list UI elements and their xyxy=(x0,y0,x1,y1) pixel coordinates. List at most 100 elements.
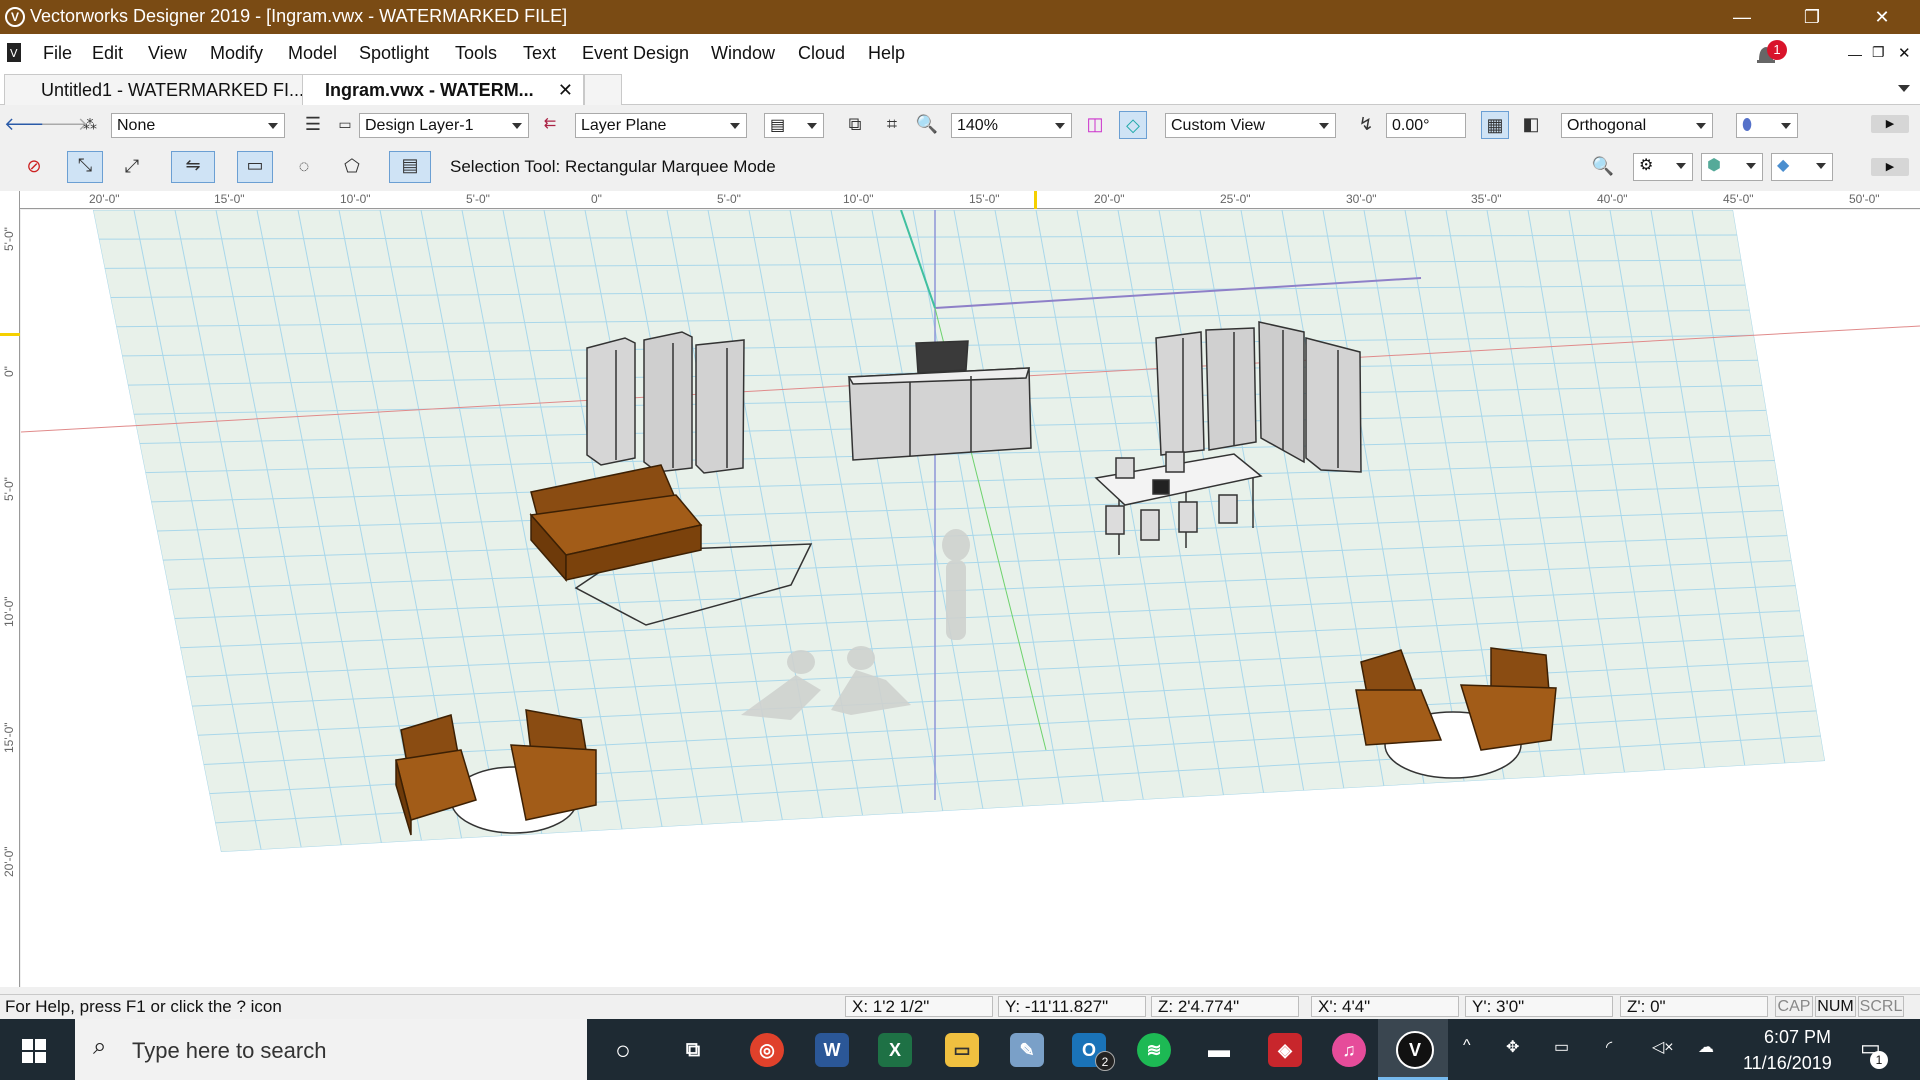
new-tab-button[interactable] xyxy=(584,74,622,105)
dropbox-icon[interactable]: ✥ xyxy=(1506,1037,1519,1057)
document-icon[interactable]: V xyxy=(5,42,23,64)
document-tab-bar: Untitled1 - WATERMARKED FI... Ingram.vwx… xyxy=(0,72,1920,105)
spotify-icon[interactable]: ≋ xyxy=(1137,1033,1171,1067)
working-plane-icon[interactable]: ◇ xyxy=(1119,111,1147,139)
h-ruler-label: 35'-0" xyxy=(1471,192,1502,206)
h-ruler-label: 20'-0" xyxy=(89,192,120,206)
projection-select-value: Orthogonal xyxy=(1567,117,1647,134)
clock-date[interactable]: 11/16/2019 xyxy=(1743,1053,1832,1074)
h-ruler-label: 30'-0" xyxy=(1346,192,1377,206)
doc-restore-icon[interactable]: ❐ xyxy=(1872,44,1885,61)
snap-search-icon[interactable]: 🔍 xyxy=(1589,153,1617,181)
battery-icon[interactable]: ▭ xyxy=(1554,1037,1569,1057)
wifi-icon[interactable]: ◜ xyxy=(1606,1037,1612,1057)
menu-window[interactable]: Window xyxy=(711,43,775,64)
rotate-view-icon[interactable]: ↯ xyxy=(1352,111,1380,139)
multiple-reshape-icon[interactable]: ⤢ xyxy=(118,153,146,181)
render-mode-select[interactable]: ▤ xyxy=(764,113,824,138)
vertical-ruler[interactable]: 5'-0" 0" 5'-0" 10'-0" 15'-0" 20'-0" xyxy=(0,191,20,987)
display-panels-left xyxy=(586,331,745,474)
layer-options-icon[interactable]: ▭ xyxy=(331,111,359,139)
chrome-icon[interactable]: ◎ xyxy=(750,1033,784,1067)
tool-preferences-icon[interactable]: ▤ xyxy=(389,151,431,183)
view-select[interactable]: Custom View xyxy=(1165,113,1336,138)
tool-bar-more-button[interactable]: ▶ xyxy=(1871,158,1909,176)
back-arrow-icon[interactable]: 🡐 xyxy=(4,111,52,139)
zoom-extents-icon[interactable]: ⌗ xyxy=(878,111,906,139)
menu-event-design[interactable]: Event Design xyxy=(582,43,689,64)
notification-badge: 1 xyxy=(1767,40,1787,60)
plane-select[interactable]: Layer Plane xyxy=(575,113,747,138)
horizontal-ruler[interactable]: 20'-0" 15'-0" 10'-0" 5'-0" 0" 5'-0" 10'-… xyxy=(20,191,1920,209)
volume-muted-icon[interactable]: ◁× xyxy=(1652,1037,1674,1057)
saved-views-icon[interactable]: ◧ xyxy=(1517,111,1545,139)
layer-select[interactable]: Design Layer-1 xyxy=(359,113,529,138)
menu-text[interactable]: Text xyxy=(523,43,556,64)
snapping-select[interactable]: ⚙ xyxy=(1633,153,1693,181)
clock-time[interactable]: 6:07 PM xyxy=(1764,1027,1831,1048)
file-explorer-icon[interactable]: ▭ xyxy=(945,1033,979,1067)
minimize-button[interactable]: — xyxy=(1711,0,1773,34)
paint-icon[interactable]: ✎ xyxy=(1010,1033,1044,1067)
zoom-select[interactable]: 140% xyxy=(951,113,1072,138)
render-settings-icon: ⬢ xyxy=(1707,157,1721,174)
plane-icon[interactable]: ⇇ xyxy=(536,111,564,139)
interactive-scaling-icon[interactable]: ⤡ xyxy=(67,151,103,183)
word-icon[interactable]: W xyxy=(815,1033,849,1067)
tab-list-chevron-icon[interactable] xyxy=(1898,85,1910,92)
doc-minimize-icon[interactable]: — xyxy=(1848,46,1862,62)
taskbar-search-box[interactable]: ⌕ Type here to search xyxy=(75,1019,587,1080)
menu-modify[interactable]: Modify xyxy=(210,43,263,64)
projection-select[interactable]: Orthogonal xyxy=(1561,113,1713,138)
view-bar-more-button[interactable]: ▶ xyxy=(1871,115,1909,133)
close-button[interactable]: ✕ xyxy=(1851,0,1913,34)
terminal-icon[interactable]: ▬ xyxy=(1202,1033,1236,1067)
task-view-icon[interactable]: ⧉ xyxy=(676,1033,710,1067)
rotation-input[interactable]: 0.00° xyxy=(1386,113,1466,138)
layers-icon[interactable]: ☰ xyxy=(299,111,327,139)
onedrive-icon[interactable]: ☁ xyxy=(1698,1037,1714,1057)
rectangular-marquee-icon[interactable]: ▭ xyxy=(237,151,273,183)
render-style-select[interactable]: ⬮ xyxy=(1736,113,1798,138)
cortana-icon[interactable]: ○ xyxy=(606,1033,640,1067)
title-bar: V Vectorworks Designer 2019 - [Ingram.vw… xyxy=(0,0,1920,34)
tab-untitled1[interactable]: Untitled1 - WATERMARKED FI... xyxy=(4,74,304,105)
excel-icon[interactable]: X xyxy=(878,1033,912,1067)
class-select[interactable]: None xyxy=(111,113,285,138)
windows-start-icon[interactable] xyxy=(22,1039,46,1063)
lighting-select[interactable]: ◆ xyxy=(1771,153,1833,181)
menu-model[interactable]: Model xyxy=(288,43,337,64)
menu-view[interactable]: View xyxy=(148,43,187,64)
menu-cloud[interactable]: Cloud xyxy=(798,43,845,64)
perspective-icon[interactable]: ◫ xyxy=(1081,111,1109,139)
lasso-icon[interactable]: ◌ xyxy=(290,153,318,181)
render-settings-select[interactable]: ⬢ xyxy=(1701,153,1763,181)
tab-ingram-label: Ingram.vwx - WATERM... xyxy=(325,80,534,100)
tray-chevron-icon[interactable]: ^ xyxy=(1463,1037,1471,1055)
h-ruler-label: 40'-0" xyxy=(1597,192,1628,206)
fit-to-window-icon[interactable]: ⧉ xyxy=(841,111,869,139)
zoom-icon[interactable]: 🔍 xyxy=(913,111,941,139)
doc-close-icon[interactable]: ✕ xyxy=(1898,44,1911,62)
menu-tools[interactable]: Tools xyxy=(455,43,497,64)
sketchup-icon[interactable]: ◈ xyxy=(1268,1033,1302,1067)
vectorworks-taskbar-button[interactable]: V xyxy=(1378,1019,1448,1080)
class-options-icon[interactable]: ⁂ xyxy=(76,111,104,139)
menu-spotlight[interactable]: Spotlight xyxy=(359,43,429,64)
transform-mode-icon[interactable]: ⇋ xyxy=(171,151,215,183)
menu-edit[interactable]: Edit xyxy=(92,43,123,64)
tab-close-icon[interactable]: ✕ xyxy=(558,75,573,105)
menu-help[interactable]: Help xyxy=(868,43,905,64)
x-delta-field: X': 4'4" xyxy=(1311,996,1459,1017)
plane-select-value: Layer Plane xyxy=(581,117,667,134)
vectorworks-logo-icon: V xyxy=(5,7,25,27)
itunes-icon[interactable]: ♫ xyxy=(1332,1033,1366,1067)
menu-file[interactable]: File xyxy=(43,43,72,64)
tab-ingram[interactable]: Ingram.vwx - WATERM... ✕ xyxy=(302,74,584,105)
drawing-canvas[interactable] xyxy=(21,210,1920,987)
polygon-marquee-icon[interactable]: ⬠ xyxy=(338,153,366,181)
disable-interactive-scaling-icon[interactable]: ⊘ xyxy=(20,153,48,181)
restore-button[interactable]: ❐ xyxy=(1781,0,1843,34)
layer-visibility-icon[interactable]: ▦ xyxy=(1481,111,1509,139)
forward-arrow-icon[interactable]: 🡒 xyxy=(40,111,88,139)
